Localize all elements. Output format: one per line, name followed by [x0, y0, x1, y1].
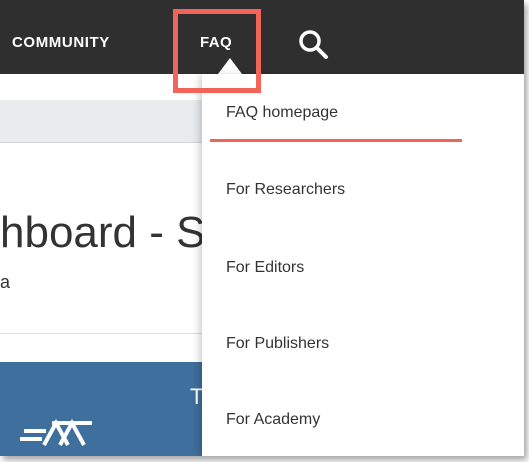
screenshot-frame: COMMUNITY FAQ hboard - S a T FAQ homepag… — [0, 0, 524, 456]
logo-icon — [20, 418, 92, 446]
dropdown-caret-icon — [218, 58, 242, 74]
page-title: hboard - S — [0, 208, 206, 257]
active-item-underline — [210, 139, 462, 142]
menu-item-for-academy[interactable]: For Academy — [226, 411, 320, 429]
top-navigation-bar: COMMUNITY FAQ — [0, 0, 524, 74]
menu-item-for-editors[interactable]: For Editors — [226, 259, 304, 277]
search-icon[interactable] — [296, 27, 332, 63]
nav-item-faq[interactable]: FAQ — [200, 34, 232, 51]
nav-item-community[interactable]: COMMUNITY — [12, 34, 110, 51]
menu-item-faq-homepage[interactable]: FAQ homepage — [226, 104, 338, 122]
menu-item-for-publishers[interactable]: For Publishers — [226, 335, 329, 353]
page-subtitle: a — [0, 272, 11, 292]
menu-item-for-researchers[interactable]: For Researchers — [226, 181, 345, 199]
